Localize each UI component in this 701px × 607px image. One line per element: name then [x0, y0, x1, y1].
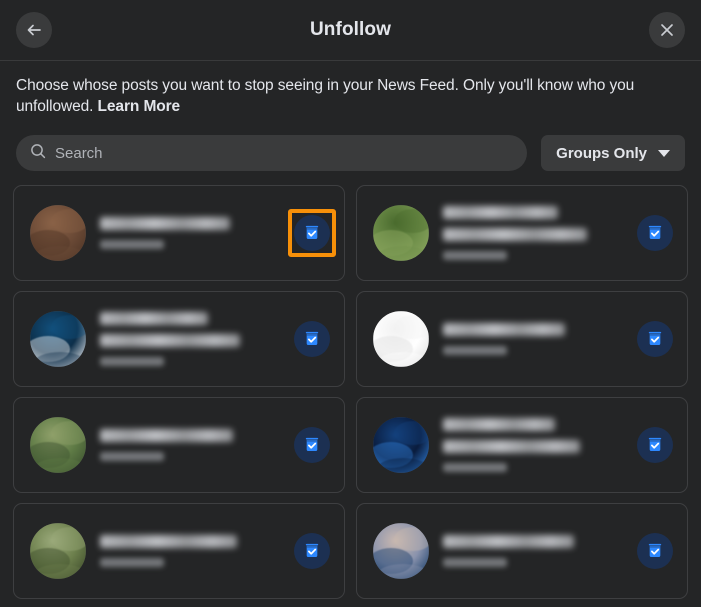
list-item[interactable] [356, 291, 688, 387]
unfollow-checkbox[interactable] [294, 215, 330, 251]
unfollow-checkbox[interactable] [637, 427, 673, 463]
search-box[interactable] [16, 135, 528, 171]
list-item-status [443, 558, 507, 567]
list-item[interactable] [13, 185, 345, 281]
search-input[interactable] [55, 144, 514, 162]
list-item-name [443, 418, 555, 431]
avatar [30, 205, 86, 261]
unfollow-checkbox[interactable] [294, 427, 330, 463]
list-item-text [100, 535, 280, 567]
controls-row: Groups Only [0, 121, 701, 181]
unfollow-checkbox[interactable] [294, 533, 330, 569]
learn-more-link[interactable]: Learn More [98, 98, 181, 115]
unfollow-checkbox[interactable] [637, 321, 673, 357]
close-button[interactable] [649, 12, 685, 48]
list-item-text [443, 535, 623, 567]
avatar [373, 523, 429, 579]
list-item-name [100, 535, 237, 548]
list-item-name [443, 206, 559, 219]
list-item-text [100, 429, 280, 461]
list-item-name [100, 312, 208, 325]
filter-label: Groups Only [556, 144, 647, 162]
dialog-header: Unfollow [0, 0, 701, 61]
list-item-name [443, 535, 575, 548]
list-item[interactable] [356, 185, 688, 281]
unfollow-list [0, 181, 701, 607]
list-item-status [443, 463, 507, 472]
list-item-status [443, 251, 507, 260]
unfollow-checkbox[interactable] [637, 533, 673, 569]
avatar [373, 417, 429, 473]
avatar [30, 311, 86, 367]
list-item[interactable] [13, 291, 345, 387]
list-item[interactable] [356, 397, 688, 493]
list-item[interactable] [13, 397, 345, 493]
list-item-status [100, 452, 164, 461]
page-title: Unfollow [309, 19, 391, 40]
avatar [30, 417, 86, 473]
list-item-status [100, 357, 164, 366]
list-item[interactable] [13, 503, 345, 599]
avatar [373, 311, 429, 367]
list-item-name [100, 429, 234, 442]
list-item-name [443, 440, 580, 453]
list-item-name [443, 228, 587, 241]
list-item-text [100, 217, 280, 249]
list-item-name [100, 217, 230, 230]
dialog-description: Choose whose posts you want to stop seei… [0, 61, 701, 121]
list-item-status [100, 240, 164, 249]
list-item-text [443, 323, 623, 355]
unfollow-checkbox[interactable] [637, 215, 673, 251]
unfollow-dialog: Unfollow Choose whose posts you want to … [0, 0, 701, 607]
back-button[interactable] [16, 12, 52, 48]
unfollow-checkbox[interactable] [294, 321, 330, 357]
list-item-name [443, 323, 566, 336]
search-icon [30, 143, 46, 164]
groups-filter-dropdown[interactable]: Groups Only [541, 135, 685, 171]
list-item-text [100, 312, 280, 366]
arrow-left-icon [24, 20, 44, 40]
close-icon [657, 20, 677, 40]
list-item-status [443, 346, 507, 355]
list-item[interactable] [356, 503, 688, 599]
list-item-text [443, 418, 623, 472]
list-item-status [100, 558, 164, 567]
avatar [30, 523, 86, 579]
chevron-down-icon [658, 149, 670, 157]
avatar [373, 205, 429, 261]
list-item-name [100, 334, 241, 347]
list-item-text [443, 206, 623, 260]
